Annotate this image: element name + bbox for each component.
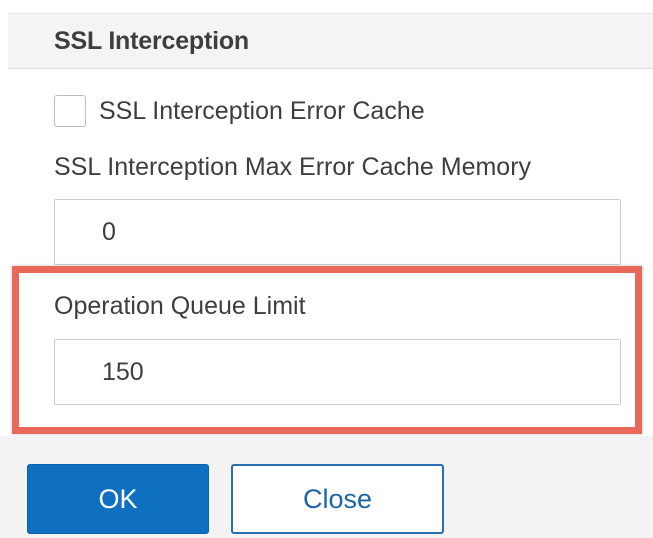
error-cache-label: SSL Interception Error Cache — [99, 96, 425, 125]
section-header: SSL Interception — [8, 13, 653, 69]
section-title: SSL Interception — [54, 27, 249, 55]
close-button[interactable]: Close — [231, 464, 444, 534]
ok-button[interactable]: OK — [27, 464, 209, 534]
error-cache-row: SSL Interception Error Cache — [54, 92, 425, 130]
max-error-cache-memory-label: SSL Interception Max Error Cache Memory — [54, 153, 532, 181]
highlight-box — [12, 266, 642, 434]
ssl-interception-form: SSL Interception SSL Interception Error … — [0, 0, 653, 538]
max-error-cache-memory-input[interactable] — [54, 199, 621, 265]
error-cache-checkbox[interactable] — [54, 95, 86, 127]
